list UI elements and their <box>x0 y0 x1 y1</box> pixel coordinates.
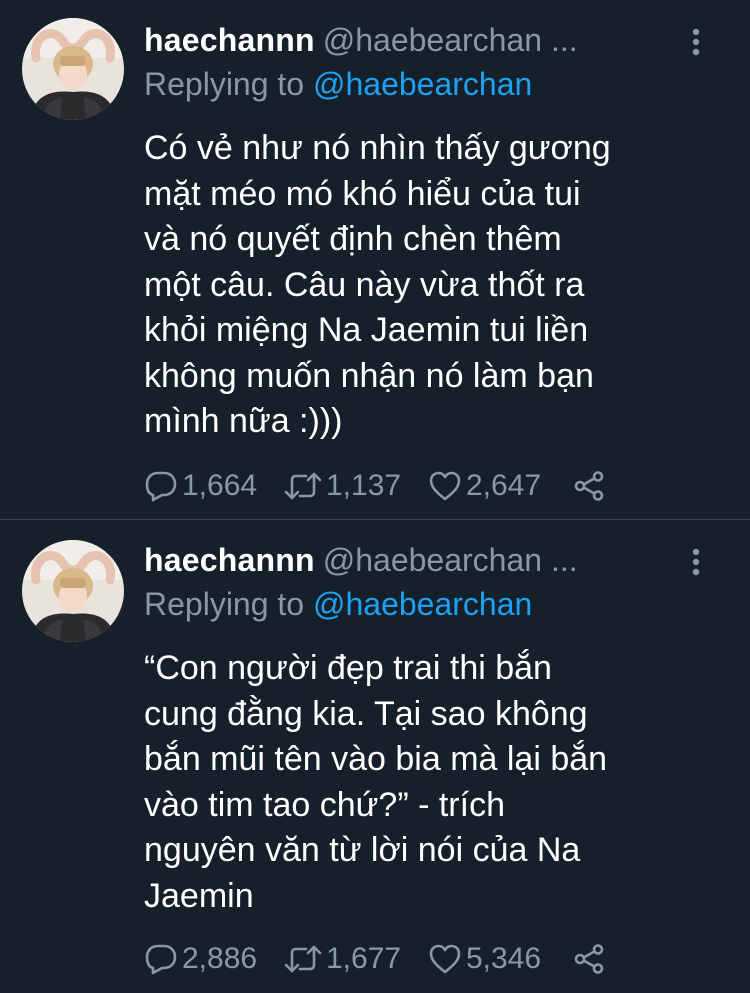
share-icon <box>574 944 604 974</box>
tweet-text-line: Jaemin <box>144 876 254 915</box>
more-options-button[interactable] <box>689 27 703 57</box>
heart-icon <box>429 944 461 974</box>
replying-to-label: Replying to <box>144 586 305 622</box>
tweet-text-line: một câu. Câu này vừa thốt ra <box>144 265 585 304</box>
username-handle[interactable]: @haebearchan ... <box>323 542 578 578</box>
display-name[interactable]: haechannn <box>144 22 315 58</box>
tweet-text: Có vẻ như nó nhìn thấy gương mặt méo mó … <box>144 126 724 445</box>
reply-button[interactable]: 1,664 <box>144 468 257 504</box>
replying-to-label: Replying to <box>144 66 305 102</box>
avatar-photo <box>22 18 124 120</box>
more-options-button[interactable] <box>689 547 703 577</box>
display-name[interactable]: haechannn <box>144 542 315 578</box>
retweet-button[interactable]: 1,677 <box>284 941 401 977</box>
replying-to: Replying to @haebearchan <box>144 586 532 623</box>
tweet-text-line: cung đằng kia. Tại sao không <box>144 694 588 733</box>
retweet-button[interactable]: 1,137 <box>284 468 401 504</box>
username-handle[interactable]: @haebearchan ... <box>323 22 578 58</box>
mention-link[interactable]: @haebearchan <box>313 66 532 102</box>
tweet[interactable]: haechannn @haebearchan ... Replying to @h… <box>0 0 750 519</box>
tweet-text-line: bắn mũi tên vào bia mà lại bắn <box>144 740 608 778</box>
like-count: 5,346 <box>466 942 542 975</box>
retweet-count: 1,677 <box>326 942 402 975</box>
heart-icon <box>429 471 461 501</box>
like-button[interactable]: 5,346 <box>428 941 541 977</box>
reply-count: 1,664 <box>182 469 258 502</box>
like-button[interactable]: 2,647 <box>428 468 541 504</box>
tweet-header: haechannn @haebearchan ... <box>144 542 750 582</box>
tweet-text-line: nguyên văn từ lời nói của Na <box>144 831 581 869</box>
vertical-ellipsis-icon <box>692 548 700 576</box>
retweet-arrows-icon <box>284 472 322 500</box>
retweet-count: 1,137 <box>326 469 402 502</box>
share-button[interactable] <box>572 468 606 504</box>
tweet-text-line: “Con người đẹp trai thi bắn <box>144 649 552 687</box>
tweet-text-line: và nó quyết định chèn thêm <box>144 220 562 258</box>
tweet-text-line: Có vẻ như nó nhìn thấy gương <box>144 129 611 167</box>
tweet[interactable]: haechannn @haebearchan ... Replying to @h… <box>0 520 750 993</box>
reply-button[interactable]: 2,886 <box>144 941 257 977</box>
share-button[interactable] <box>572 941 606 977</box>
share-icon <box>574 471 604 501</box>
replying-to: Replying to @haebearchan <box>144 66 532 103</box>
retweet-arrows-icon <box>284 945 322 973</box>
tweet-text-line: mình nữa :))) <box>144 402 343 440</box>
avatar[interactable] <box>22 18 124 120</box>
speech-bubble-icon <box>145 471 177 502</box>
tweet-text: “Con người đẹp trai thi bắn cung đằng ki… <box>144 646 724 919</box>
tweet-text-line: khỏi miệng Na Jaemin tui liền <box>144 311 589 349</box>
tweet-text-line: không muốn nhận nó làm bạn <box>144 356 594 395</box>
avatar[interactable] <box>22 540 124 642</box>
mention-link[interactable]: @haebearchan <box>313 586 532 622</box>
tweet-text-line: vào tim tao chứ?” - trích <box>144 785 505 824</box>
vertical-ellipsis-icon <box>692 28 700 56</box>
reply-count: 2,886 <box>182 942 258 975</box>
tweet-text-line: mặt méo mó khó hiểu của tui <box>144 174 581 213</box>
avatar-photo <box>22 540 124 642</box>
speech-bubble-icon <box>145 944 177 975</box>
like-count: 2,647 <box>466 469 542 502</box>
tweet-header: haechannn @haebearchan ... <box>144 22 750 62</box>
